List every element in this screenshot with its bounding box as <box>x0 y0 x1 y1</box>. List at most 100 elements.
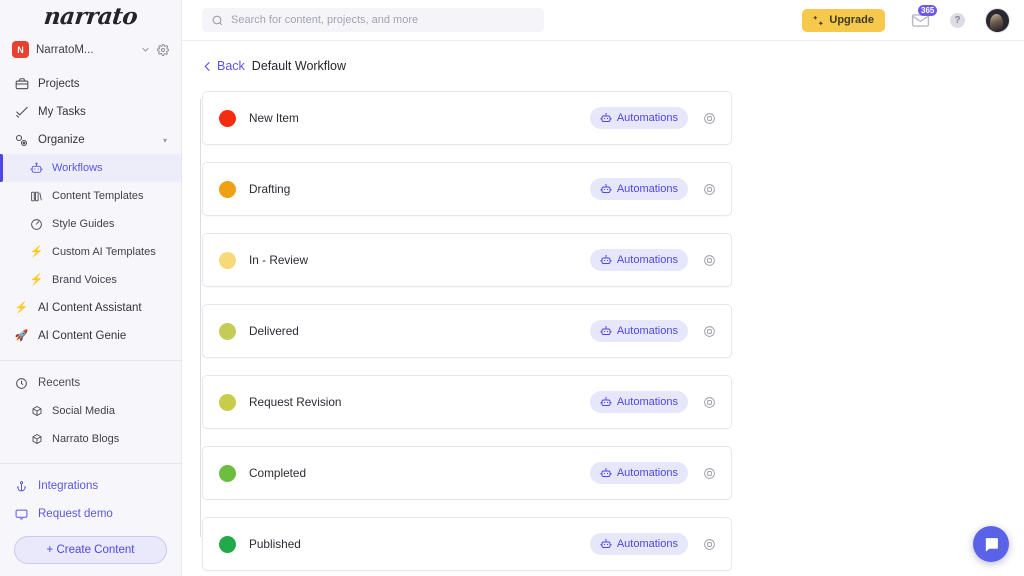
sidebar-item-custom-ai-templates[interactable]: ⚡ Custom AI Templates <box>0 238 181 266</box>
help-icon[interactable]: ? <box>950 12 965 28</box>
sidebar-item-ai-content-assistant[interactable]: ⚡ AI Content Assistant <box>0 294 181 322</box>
chevron-left-icon <box>202 61 213 72</box>
sidebar-item-projects[interactable]: Projects <box>0 70 181 98</box>
sidebar-item-label: Workflows <box>52 162 103 174</box>
sidebar-item-label: AI Content Genie <box>38 330 127 342</box>
palette-icon <box>30 218 43 231</box>
sidebar-item-my-tasks[interactable]: My Tasks <box>0 98 181 126</box>
automations-button[interactable]: Automations <box>589 391 688 413</box>
automations-button[interactable]: Automations <box>589 462 688 484</box>
sidebar-item-brand-voices[interactable]: ⚡ Brand Voices <box>0 266 181 294</box>
robot-icon <box>600 325 612 337</box>
sidebar-item-label: Content Templates <box>52 190 144 202</box>
sidebar-item-recents[interactable]: Recents <box>0 369 181 397</box>
sidebar-item-style-guides[interactable]: Style Guides <box>0 210 181 238</box>
settings-circle-icon[interactable] <box>702 111 717 126</box>
robot-icon <box>600 467 612 479</box>
sidebar-item-label: Narrato Blogs <box>52 433 120 445</box>
box-icon <box>30 433 43 446</box>
automations-label: Automations <box>616 112 678 124</box>
workflow-stage-list: New Item Automations Drafting Automations In… <box>182 77 1024 571</box>
rocket-icon: 🚀 <box>14 329 29 342</box>
stage-color-dot <box>219 464 236 482</box>
robot-icon <box>600 538 612 550</box>
stage-name: In - Review <box>249 253 309 267</box>
notifications-button[interactable]: 365 <box>911 4 938 30</box>
workflow-stage-card[interactable]: Published Automations <box>202 517 732 571</box>
workspace-avatar: N <box>12 41 29 59</box>
settings-circle-icon[interactable] <box>702 182 717 197</box>
sidebar-item-label: Style Guides <box>52 218 115 230</box>
sidebar-item-social-media[interactable]: Social Media <box>0 397 181 425</box>
stage-color-dot <box>219 393 236 411</box>
sidebar-item-workflows[interactable]: Workflows <box>0 154 181 182</box>
sidebar-item-integrations[interactable]: Integrations <box>0 472 181 500</box>
stage-color-dot <box>219 109 236 127</box>
sidebar-divider <box>0 360 181 361</box>
sparkle-icon <box>813 15 824 26</box>
sidebar-item-label: Integrations <box>38 480 99 492</box>
automations-label: Automations <box>616 467 678 479</box>
gear-icon[interactable] <box>157 43 169 56</box>
automations-button[interactable]: Automations <box>589 533 688 555</box>
bolt-icon: ⚡ <box>29 273 44 286</box>
bolt-icon: ⚡ <box>14 301 29 314</box>
settings-circle-icon[interactable] <box>702 466 717 481</box>
sidebar-item-organize[interactable]: Organize ▾ <box>0 126 181 154</box>
automations-label: Automations <box>616 538 678 550</box>
stage-name: Delivered <box>249 324 299 338</box>
app-root: narrato N NarratoM... Projects My Tasks … <box>0 0 1024 576</box>
stage-name: New Item <box>249 111 299 125</box>
sidebar-item-narrato-blogs[interactable]: Narrato Blogs <box>0 425 181 453</box>
robot-icon <box>30 162 43 175</box>
upgrade-button[interactable]: Upgrade <box>802 8 885 32</box>
workflow-stage-card[interactable]: Request Revision Automations <box>202 375 732 429</box>
sidebar: narrato N NarratoM... Projects My Tasks … <box>0 0 182 576</box>
topbar: Search for content, projects, and more U… <box>182 0 1024 41</box>
sidebar-item-request-demo[interactable]: Request demo <box>0 500 181 528</box>
avatar[interactable] <box>985 7 1010 33</box>
settings-circle-icon[interactable] <box>702 324 717 339</box>
settings-circle-icon[interactable] <box>702 395 717 410</box>
workflow-stage-card[interactable]: Drafting Automations <box>202 162 732 216</box>
automations-button[interactable]: Automations <box>589 107 688 129</box>
chevron-down-icon[interactable]: ▾ <box>163 136 167 145</box>
clock-icon <box>14 376 29 391</box>
page-title: Default Workflow <box>251 59 347 73</box>
logo-text: narrato <box>42 3 139 31</box>
back-label: Back <box>217 59 245 73</box>
organize-icon <box>14 133 29 148</box>
robot-icon <box>600 254 612 266</box>
automations-button[interactable]: Automations <box>589 178 688 200</box>
chat-widget-button[interactable] <box>973 526 1009 562</box>
workflow-stage-card[interactable]: In - Review Automations <box>202 233 732 287</box>
sidebar-item-content-templates[interactable]: Content Templates <box>0 182 181 210</box>
robot-icon <box>600 112 612 124</box>
sidebar-item-label: Recents <box>38 377 81 389</box>
sidebar-item-label: Brand Voices <box>52 274 117 286</box>
stage-name: Completed <box>249 466 307 480</box>
back-button[interactable]: Back <box>202 59 245 73</box>
create-content-button[interactable]: + Create Content <box>14 536 167 564</box>
automations-button[interactable]: Automations <box>589 320 688 342</box>
content-area: Back Default Workflow New Item Automation… <box>182 41 1024 576</box>
search-icon <box>211 14 224 27</box>
sidebar-nav: Projects My Tasks Organize ▾ Workflows C… <box>0 62 181 453</box>
workflow-stage-card[interactable]: Completed Automations <box>202 446 732 500</box>
chevron-down-icon[interactable] <box>141 45 150 54</box>
search-input[interactable]: Search for content, projects, and more <box>202 8 544 32</box>
workspace-selector[interactable]: N NarratoM... <box>0 38 181 62</box>
settings-circle-icon[interactable] <box>702 253 717 268</box>
automations-label: Automations <box>616 183 678 195</box>
stage-name: Published <box>249 537 301 551</box>
logo[interactable]: narrato <box>0 0 181 34</box>
settings-circle-icon[interactable] <box>702 537 717 552</box>
templates-icon <box>30 190 43 203</box>
stage-color-dot <box>219 535 236 553</box>
automations-button[interactable]: Automations <box>589 249 688 271</box>
workflow-stage-card[interactable]: Delivered Automations <box>202 304 732 358</box>
workspace-name: NarratoM... <box>36 43 94 56</box>
stage-name: Request Revision <box>249 395 342 409</box>
sidebar-item-ai-content-genie[interactable]: 🚀 AI Content Genie <box>0 322 181 350</box>
workflow-stage-card[interactable]: New Item Automations <box>202 91 732 145</box>
